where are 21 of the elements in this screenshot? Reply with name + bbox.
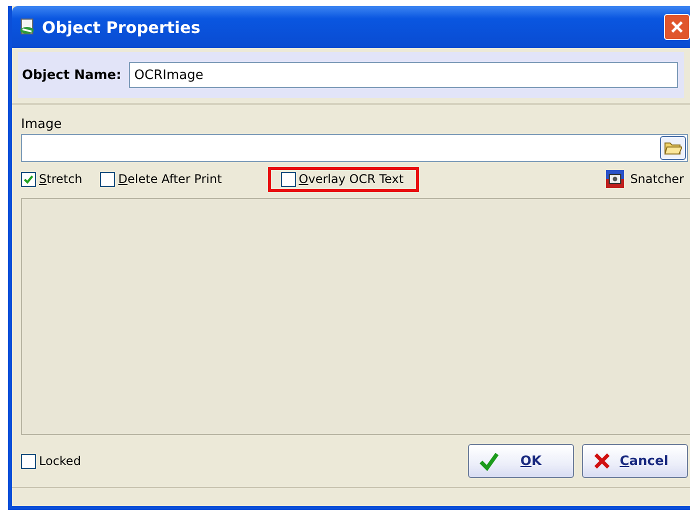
close-icon — [671, 21, 683, 33]
checkbox[interactable]: Stretch — [21, 172, 82, 186]
camera-icon — [606, 170, 624, 188]
window-title: Object Properties — [42, 18, 200, 36]
close-button[interactable] — [664, 14, 690, 40]
object-name-label: Object Name: — [22, 68, 122, 82]
checkbox[interactable]: Delete After Print — [100, 172, 222, 186]
ok-button[interactable]: OK — [468, 444, 574, 478]
snatcher-button[interactable]: Snatcher — [606, 170, 690, 188]
cross-icon — [593, 452, 611, 470]
checkbox[interactable]: Overlay OCR Text — [280, 172, 404, 186]
image-path-field[interactable] — [21, 134, 688, 162]
image-label: Image — [21, 117, 63, 132]
folder-icon — [664, 140, 682, 156]
checkbox[interactable]: Locked — [21, 454, 81, 468]
checkmark-icon — [479, 451, 499, 471]
browse-button[interactable] — [660, 136, 686, 160]
object-name-field[interactable]: OCRImage — [129, 62, 678, 88]
document-icon — [18, 18, 36, 36]
cancel-button[interactable]: Cancel — [582, 444, 688, 478]
check-icon — [23, 174, 34, 184]
